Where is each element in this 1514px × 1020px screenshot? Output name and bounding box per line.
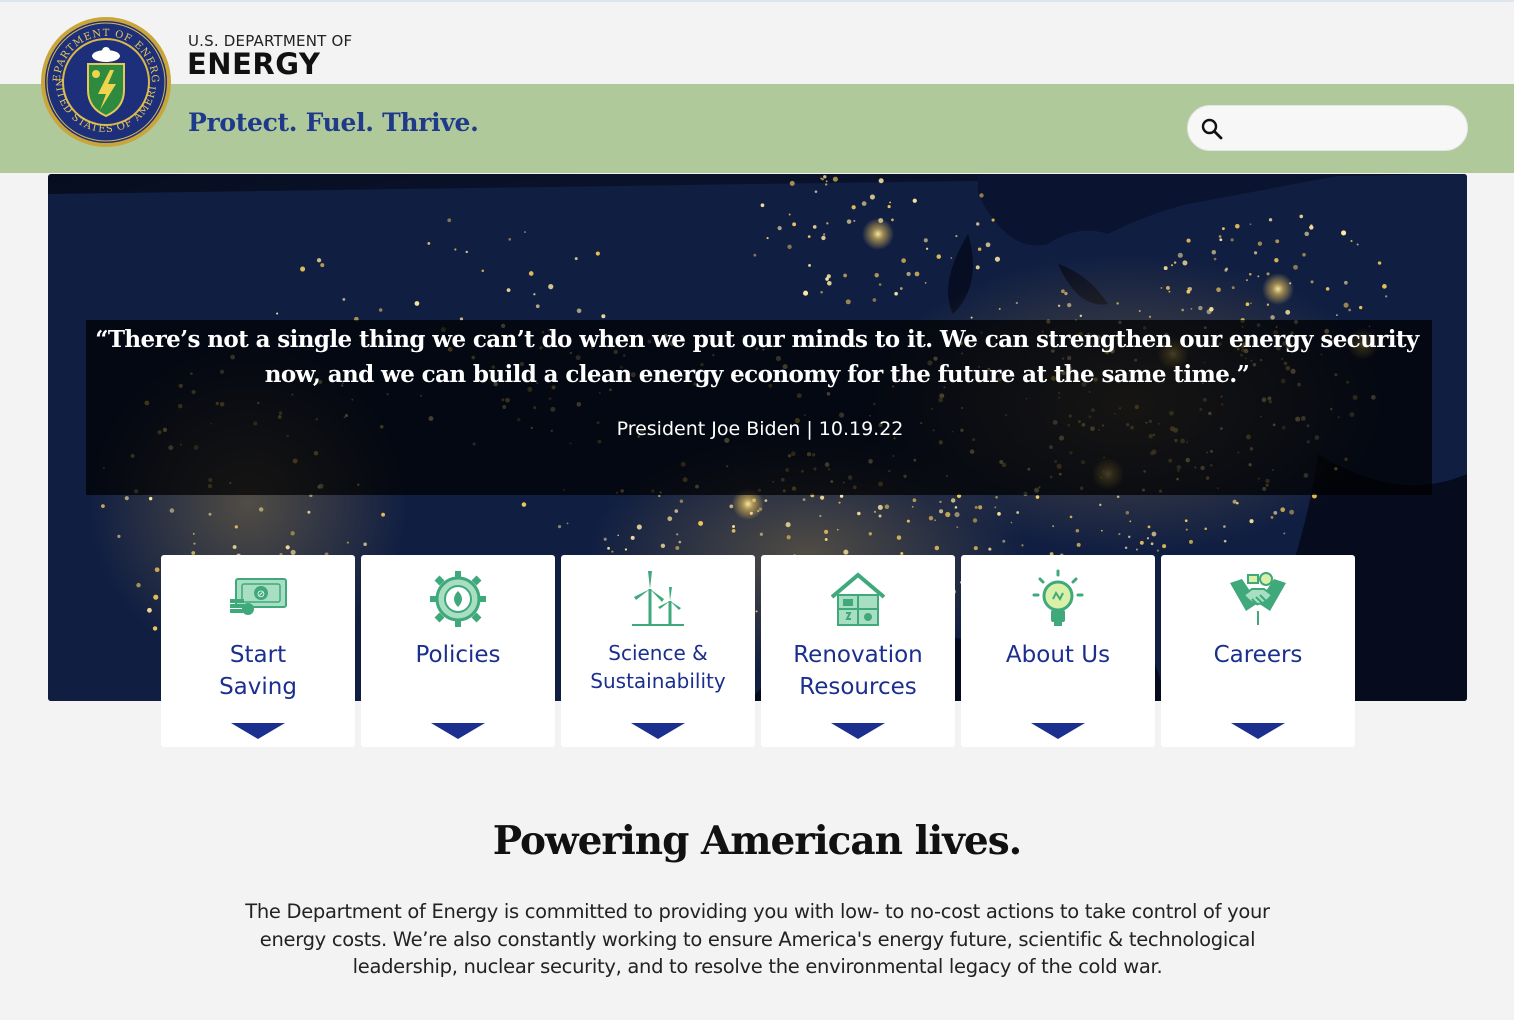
quote-attribution: President Joe Biden | 10.19.22 [616, 418, 904, 440]
card-renovation-resources[interactable]: Renovation Resources [761, 555, 955, 747]
svg-text:⊘: ⊘ [257, 589, 265, 600]
description-line-1: The Department of Energy is committed to… [245, 900, 1270, 923]
search-box[interactable] [1187, 105, 1468, 151]
lightbulb-icon [1032, 569, 1084, 626]
card-label-line1: Renovation [793, 642, 923, 668]
handshake-icon [1230, 572, 1286, 625]
description-line-2: energy costs. We’re also constantly work… [259, 927, 1256, 951]
section-description: The Department of Energy is committed to… [230, 898, 1285, 981]
card-label-line1: Policies [415, 642, 501, 668]
quote-line-1: “There’s not a single thing we can’t do … [95, 326, 1419, 353]
card-start-saving[interactable]: ⊘ Start Saving [161, 555, 355, 747]
card-careers[interactable]: Careers [1161, 555, 1355, 747]
chevron-down-icon[interactable] [431, 721, 485, 741]
card-label-line1: About Us [1005, 642, 1111, 668]
search-input[interactable] [1232, 114, 1452, 144]
card-label-line2: Saving [219, 674, 297, 700]
chevron-down-icon[interactable] [1231, 721, 1285, 741]
chevron-down-icon[interactable] [231, 721, 285, 741]
search-icon[interactable] [1200, 117, 1224, 141]
wind-turbine-icon [632, 571, 684, 626]
card-label-line2: Resources [799, 674, 917, 700]
dept-name-big[interactable]: ENERGY [187, 47, 320, 81]
card-about-us[interactable]: About Us [961, 555, 1155, 747]
hero-quote: “There’s not a single thing we can’t do … [0, 322, 1514, 392]
section-headline: Powering American lives. [492, 818, 1023, 864]
card-label-line1: Science & [608, 641, 708, 665]
card-label-line1: Careers [1213, 642, 1303, 668]
card-label-line2: Sustainability [590, 669, 726, 693]
chevron-down-icon[interactable] [1031, 721, 1085, 741]
quote-line-2: now, and we can build a clean energy eco… [264, 361, 1250, 388]
tagline: Protect. Fuel. Thrive. [188, 108, 479, 137]
chevron-down-icon[interactable] [831, 721, 885, 741]
card-policies[interactable]: Policies [361, 555, 555, 747]
card-science-sustainability[interactable]: Science & Sustainability [561, 555, 755, 747]
gear-leaf-icon [430, 571, 486, 627]
chevron-down-icon[interactable] [631, 721, 685, 741]
money-icon: ⊘ [230, 578, 287, 615]
card-label-line1: Start [229, 642, 287, 668]
doe-seal-logo[interactable]: DEPARTMENT OF ENERGY UNITED STATES OF AM… [40, 16, 172, 148]
house-icon [830, 572, 886, 626]
description-line-3: leadership, nuclear security, and to res… [352, 955, 1163, 978]
